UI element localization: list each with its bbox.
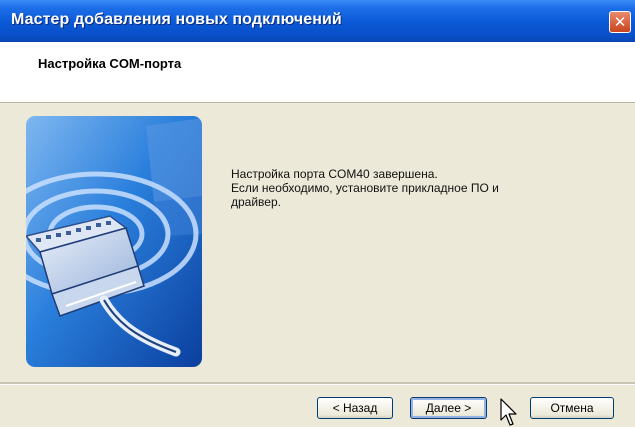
wizard-window: Мастер добавления новых подключений ✕ На…: [0, 0, 635, 427]
wizard-header: Настройка COM-порта: [0, 42, 635, 103]
cancel-button[interactable]: Отмена: [530, 397, 614, 419]
page-title: Настройка COM-порта: [38, 56, 182, 71]
mouse-pointer-icon: [500, 398, 517, 426]
title-bar[interactable]: Мастер добавления новых подключений ✕: [0, 0, 635, 42]
back-button[interactable]: < Назад: [317, 397, 393, 419]
message-line-1: Настройка порта COM40 завершена.: [231, 167, 438, 181]
completion-message: Настройка порта COM40 завершена. Если не…: [231, 167, 499, 209]
wizard-bitmap: [26, 116, 202, 367]
wireless-connection-illustration-icon: [26, 116, 202, 367]
footer-divider: [0, 382, 635, 385]
close-button[interactable]: ✕: [609, 11, 631, 33]
next-button[interactable]: Далее >: [410, 397, 487, 419]
window-title: Мастер добавления новых подключений: [11, 11, 342, 28]
close-icon: ✕: [613, 13, 627, 31]
message-line-2: Если необходимо, установите прикладное П…: [231, 181, 499, 195]
message-line-3: драйвер.: [231, 195, 281, 209]
